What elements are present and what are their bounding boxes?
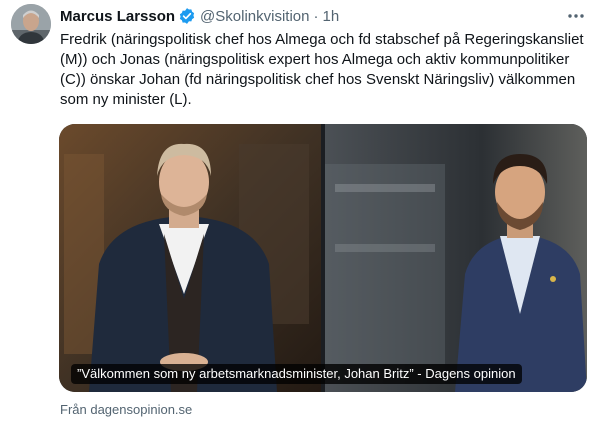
tweet-header: Marcus Larsson @Skolinkvisition · 1h [60,6,560,26]
photo-man-left [59,124,321,392]
verified-badge-icon [178,7,196,25]
tweet[interactable]: Marcus Larsson @Skolinkvisition · 1h Fre… [0,0,600,427]
author-handle[interactable]: @Skolinkvisition [200,8,309,25]
author-name[interactable]: Marcus Larsson [60,8,175,25]
card-source-link[interactable]: Från dagensopinion.se [60,402,192,417]
separator-dot: · [313,7,319,25]
more-options-icon[interactable] [566,6,586,26]
tweet-text: Fredrik (näringspolitisk chef hos Almega… [60,31,584,108]
card-caption: ”Välkommen som ny arbetsmarknadsminister… [71,364,522,384]
timestamp[interactable]: 1h [322,8,339,25]
photo-man-right [325,124,587,392]
link-card[interactable]: ”Välkommen som ny arbetsmarknadsminister… [59,124,587,392]
avatar[interactable] [11,4,51,44]
